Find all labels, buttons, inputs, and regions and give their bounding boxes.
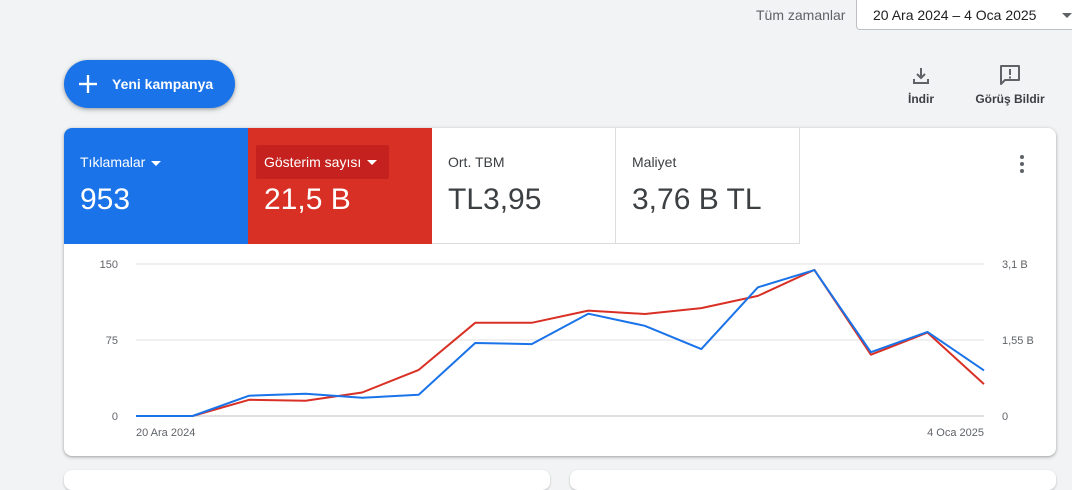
metric-clicks-name[interactable]: Tıklamalar (80, 154, 162, 170)
metric-impressions[interactable]: Gösterim sayısı 21,5 B (248, 128, 432, 244)
metric-avg-cpc[interactable]: Ort. TBM TL3,95 (432, 128, 616, 244)
dropdown-caret-icon (151, 160, 162, 166)
y-left-tick-label: 75 (106, 335, 118, 347)
metric-cost-value: 3,76 B TL (632, 183, 762, 216)
metric-avg-cpc-value: TL3,95 (448, 183, 542, 216)
metric-avg-cpc-label: Ort. TBM (448, 154, 505, 170)
y-left-tick-label: 0 (112, 411, 118, 423)
download-button[interactable]: İndir (900, 66, 942, 106)
y-right-tick-label: 0 (1002, 411, 1008, 423)
performance-card: Tıklamalar 953 Gösterim sayısı 21,5 B Or… (64, 128, 1056, 456)
download-icon (913, 68, 929, 84)
y-right-tick-label: 1,55 B (1002, 335, 1034, 347)
impressions-series-line (136, 268, 985, 417)
clicks-series-line (136, 269, 985, 417)
metric-impressions-name[interactable]: Gösterim sayısı (256, 145, 390, 179)
metric-impressions-label: Gösterim sayısı (264, 154, 362, 170)
feedback-label: Görüş Bildir (975, 92, 1045, 106)
feedback-icon (1000, 65, 1020, 85)
x-tick-label: 4 Oca 2025 (927, 427, 984, 439)
metric-clicks-label: Tıklamalar (80, 154, 146, 170)
feedback-button[interactable]: Görüş Bildir (972, 64, 1048, 106)
dropdown-caret-icon (367, 160, 378, 165)
metric-cost-label: Maliyet (632, 154, 677, 170)
date-range-dropdown[interactable]: 20 Ara 2024 – 4 Oca 2025 (856, 0, 1072, 30)
y-left-tick-label: 150 (100, 259, 118, 271)
performance-chart: 0 0 75 1,55 B 150 3,1 B 20 Ara 2024 4 Oca 2025 (100, 259, 1034, 439)
download-label: İndir (908, 92, 934, 106)
date-range-value: 20 Ara 2024 – 4 Oca 2025 (873, 7, 1037, 23)
date-range-label: Tüm zamanlar (756, 7, 846, 23)
metric-clicks-value: 953 (80, 183, 131, 216)
metric-impressions-value: 21,5 B (264, 183, 351, 216)
x-tick-label: 20 Ara 2024 (136, 427, 195, 439)
bottom-card-right (570, 470, 1056, 490)
metric-cost[interactable]: Maliyet 3,76 B TL (616, 128, 800, 244)
metric-clicks[interactable]: Tıklamalar 953 (64, 128, 248, 244)
plus-icon (79, 75, 97, 93)
new-campaign-button[interactable]: Yeni kampanya (64, 60, 235, 108)
bottom-card-left (64, 470, 550, 490)
y-right-tick-label: 3,1 B (1002, 259, 1028, 271)
new-campaign-label: Yeni kampanya (112, 76, 214, 92)
more-options-icon[interactable] (1012, 154, 1032, 174)
dropdown-caret-icon[interactable] (1062, 13, 1072, 18)
